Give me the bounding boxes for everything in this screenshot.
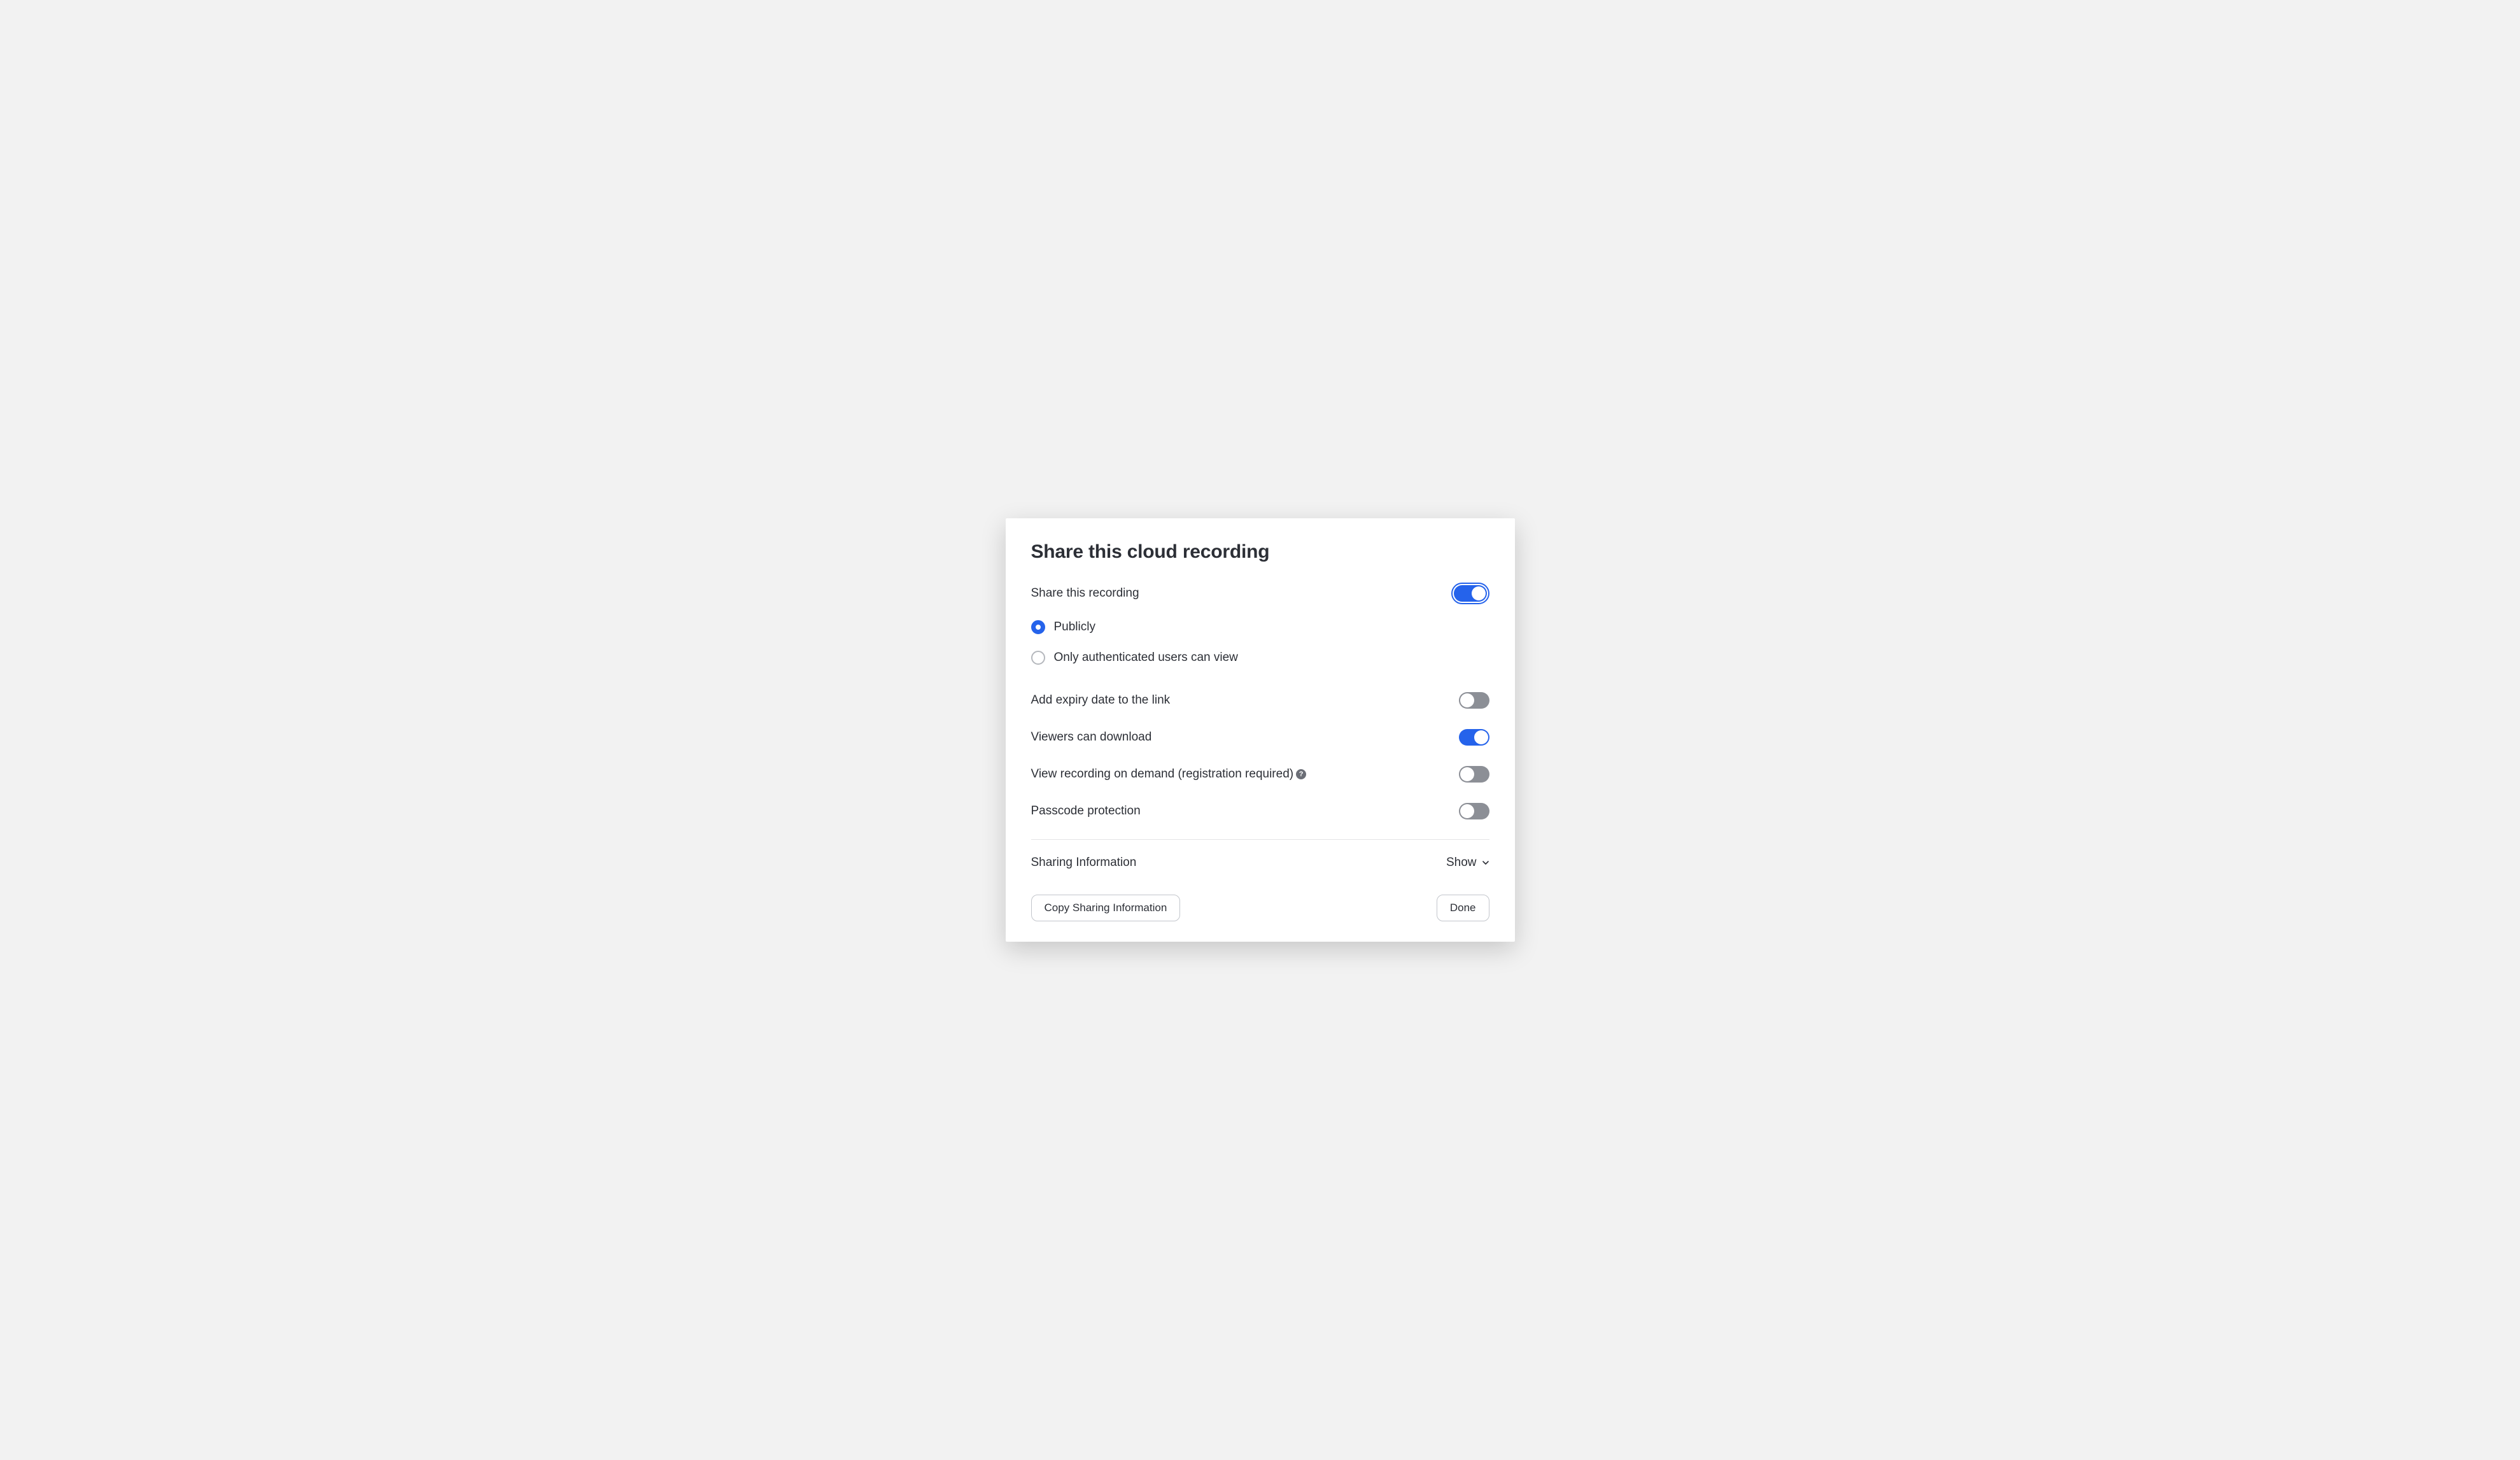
expiry-toggle[interactable] — [1459, 692, 1489, 709]
modal-footer: Copy Sharing Information Done — [1031, 895, 1489, 921]
share-recording-modal: Share this cloud recording Share this re… — [1006, 518, 1515, 942]
copy-sharing-information-button[interactable]: Copy Sharing Information — [1031, 895, 1181, 921]
on-demand-row: View recording on demand (registration r… — [1031, 758, 1489, 791]
passcode-row: Passcode protection — [1031, 795, 1489, 828]
done-button[interactable]: Done — [1437, 895, 1489, 921]
show-label: Show — [1446, 856, 1477, 870]
settings-list: Add expiry date to the link Viewers can … — [1031, 684, 1489, 828]
share-recording-toggle-label: Share this recording — [1031, 586, 1139, 600]
expiry-label: Add expiry date to the link — [1031, 693, 1171, 707]
radio-label: Only authenticated users can view — [1054, 651, 1238, 665]
visibility-radio-authenticated[interactable]: Only authenticated users can view — [1031, 646, 1489, 670]
download-label: Viewers can download — [1031, 730, 1152, 744]
chevron-down-icon — [1482, 859, 1489, 867]
sharing-information-row: Sharing Information Show — [1031, 844, 1489, 882]
download-row: Viewers can download — [1031, 721, 1489, 754]
radio-label: Publicly — [1054, 620, 1095, 634]
radio-selected-icon — [1031, 620, 1045, 634]
visibility-radio-group: Publicly Only authenticated users can vi… — [1031, 615, 1489, 670]
on-demand-label: View recording on demand (registration r… — [1031, 767, 1307, 781]
visibility-radio-publicly[interactable]: Publicly — [1031, 615, 1489, 639]
radio-unselected-icon — [1031, 651, 1045, 665]
on-demand-toggle[interactable] — [1459, 766, 1489, 783]
share-recording-toggle-row: Share this recording — [1031, 581, 1489, 606]
modal-title: Share this cloud recording — [1031, 541, 1489, 563]
download-toggle[interactable] — [1459, 729, 1489, 746]
passcode-toggle[interactable] — [1459, 803, 1489, 819]
share-recording-toggle[interactable] — [1451, 583, 1489, 604]
divider — [1031, 839, 1489, 840]
sharing-information-show-toggle[interactable]: Show — [1446, 856, 1489, 870]
passcode-label: Passcode protection — [1031, 804, 1141, 818]
sharing-information-label: Sharing Information — [1031, 856, 1137, 870]
help-icon[interactable]: ? — [1296, 769, 1306, 779]
expiry-row: Add expiry date to the link — [1031, 684, 1489, 717]
